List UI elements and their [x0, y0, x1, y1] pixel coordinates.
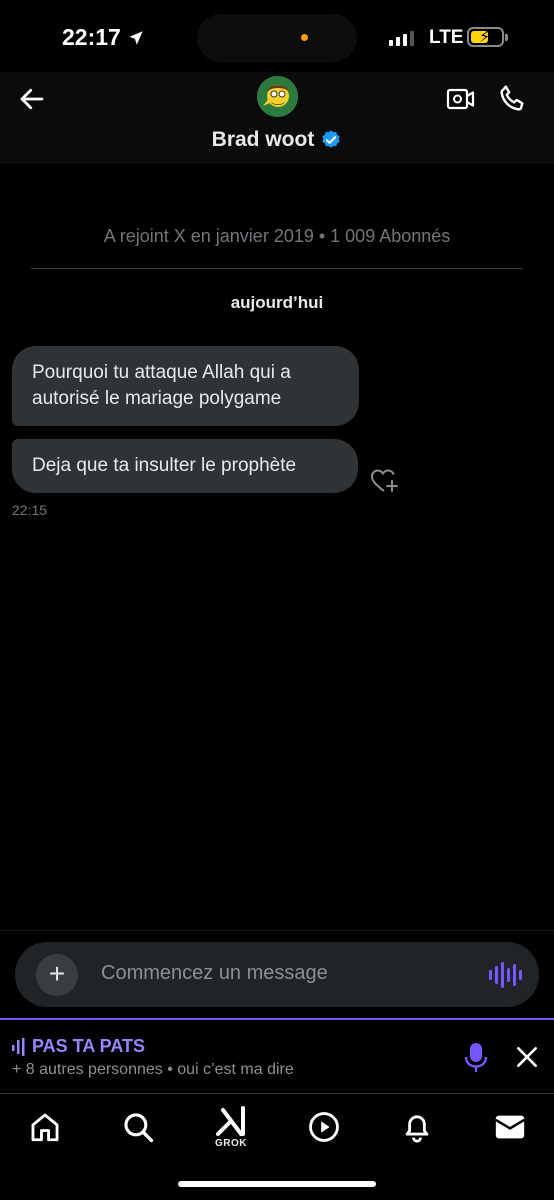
message-timestamp: 22:15: [12, 502, 48, 518]
microphone-icon[interactable]: [464, 1042, 488, 1074]
status-time: 22:17: [62, 24, 145, 51]
network-label: LTE: [429, 27, 464, 48]
profile-name[interactable]: Brad woot: [212, 128, 315, 152]
message-input[interactable]: Commencez un message: [101, 962, 328, 985]
divider: [31, 268, 523, 269]
bell-icon[interactable]: [400, 1110, 434, 1144]
day-separator: aujourd’hui: [230, 293, 324, 312]
close-icon[interactable]: [514, 1044, 540, 1070]
dynamic-island: [197, 14, 357, 62]
audio-bars-icon: [12, 1037, 25, 1056]
space-title-row[interactable]: PAS TA PATS: [12, 1036, 145, 1057]
home-indicator: [178, 1181, 376, 1187]
privacy-indicator: [301, 34, 308, 41]
status-bar: 22:17 LTE ⚡: [0, 0, 554, 72]
conversation-header: Brad woot: [0, 72, 554, 164]
message-bubble[interactable]: Deja que ta insulter le prophète: [12, 439, 358, 493]
profile-name-row[interactable]: Brad woot: [0, 128, 554, 152]
grok-icon[interactable]: [215, 1104, 249, 1138]
add-reaction-icon[interactable]: [370, 468, 400, 494]
play-icon[interactable]: [307, 1110, 341, 1144]
location-arrow-icon: [129, 30, 143, 45]
grok-label[interactable]: GROK: [215, 1138, 247, 1149]
mail-icon[interactable]: [493, 1110, 527, 1144]
back-arrow-icon[interactable]: [17, 84, 47, 114]
plus-icon[interactable]: +: [36, 954, 78, 996]
battery-icon: ⚡: [467, 27, 504, 47]
avatar[interactable]: [257, 76, 298, 117]
space-bar[interactable]: PAS TA PATS + 8 autres personnes • oui c…: [0, 1018, 554, 1093]
home-icon[interactable]: [28, 1110, 62, 1144]
space-subtitle: + 8 autres personnes • oui c’est ma dire: [12, 1061, 294, 1078]
phone-call-icon[interactable]: [497, 82, 529, 114]
joined-info: A rejoint X en janvier 2019 • 1 009 Abon…: [103, 226, 451, 246]
message-composer[interactable]: + Commencez un message: [15, 942, 539, 1007]
voice-message-icon[interactable]: [489, 962, 522, 988]
space-title[interactable]: PAS TA PATS: [32, 1036, 145, 1057]
message-bubble[interactable]: Pourquoi tu attaque Allah qui a autorisé…: [12, 346, 359, 426]
verified-badge-icon: [322, 130, 340, 148]
signal-icon: [389, 30, 414, 46]
search-icon[interactable]: [121, 1110, 155, 1144]
battery-cap: [505, 34, 508, 41]
video-call-icon[interactable]: [446, 84, 476, 114]
